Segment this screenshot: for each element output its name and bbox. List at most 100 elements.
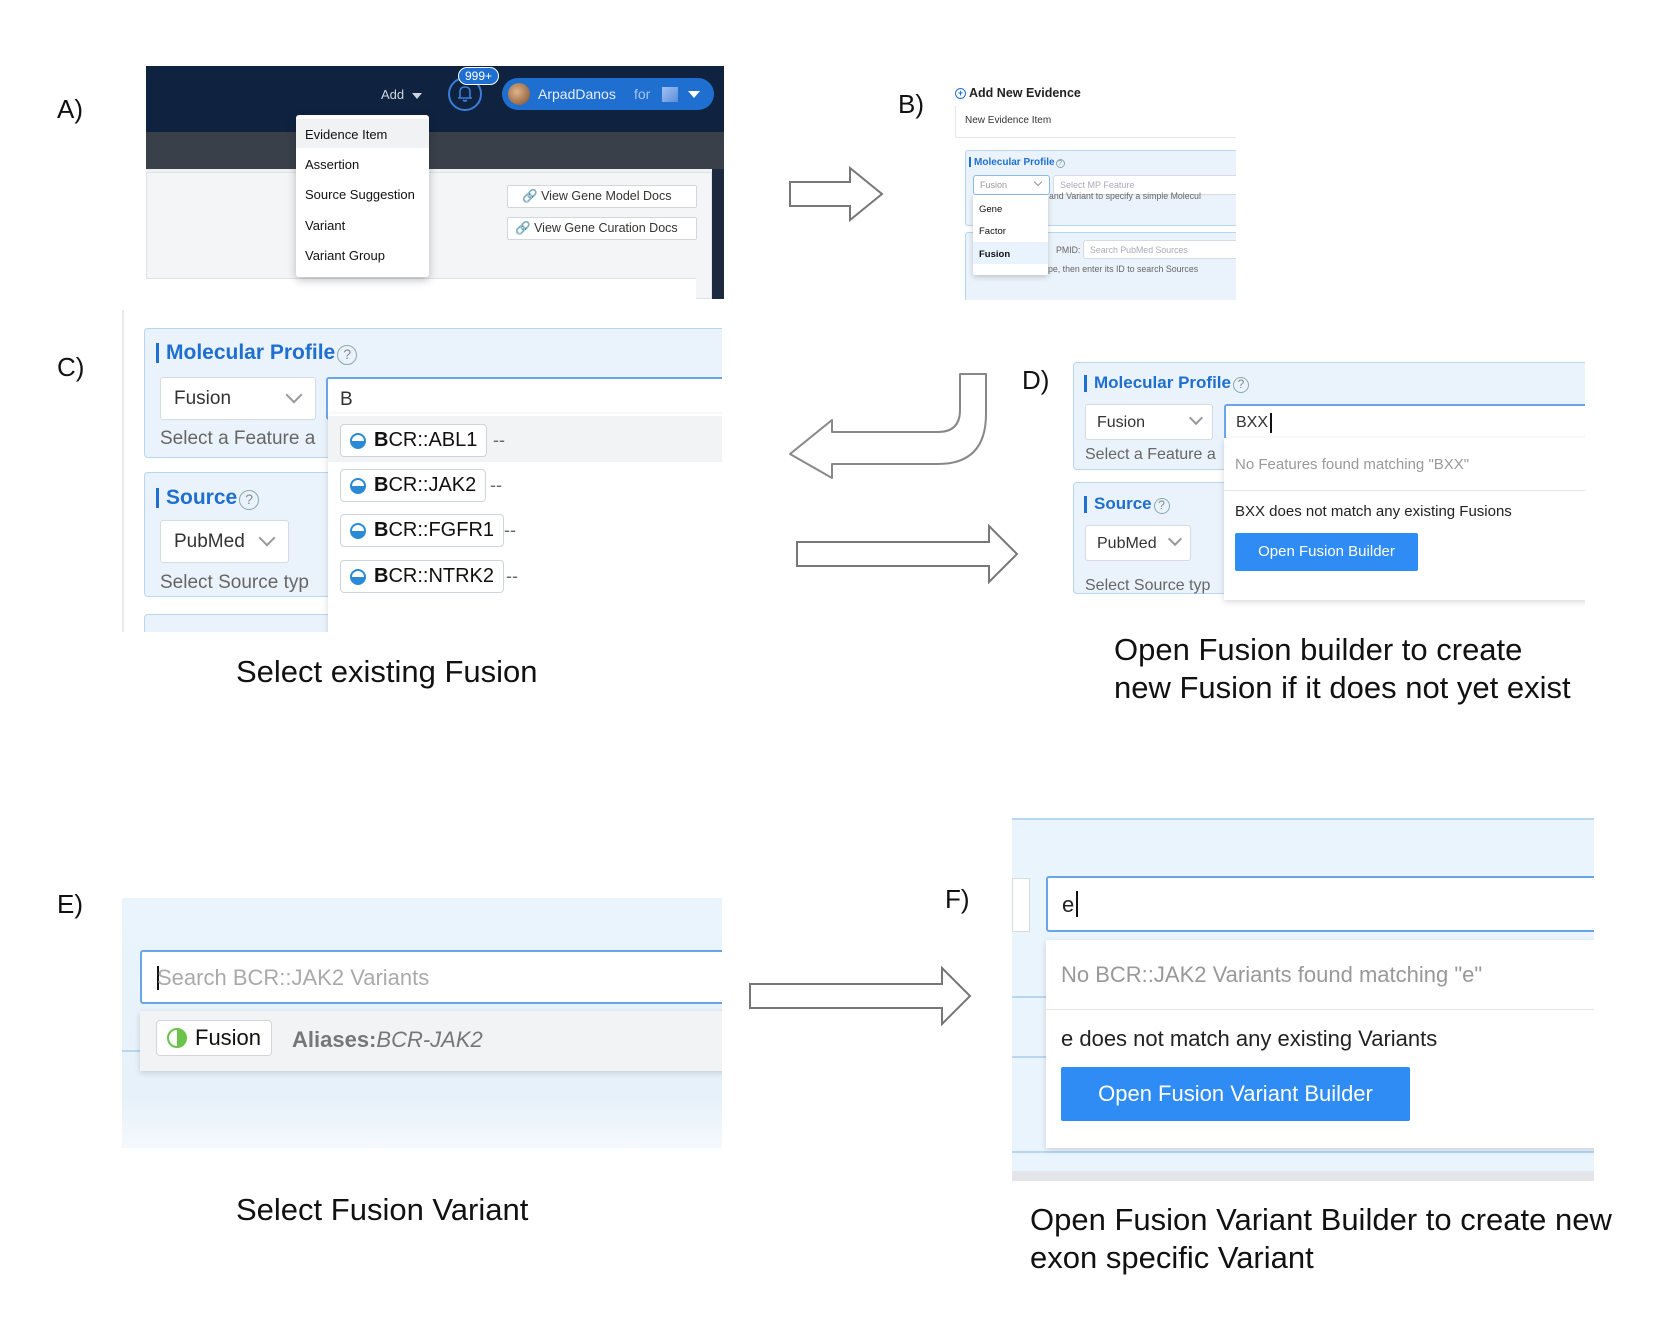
bg-divider (1012, 996, 1046, 998)
chevron-down-icon (258, 529, 276, 547)
variant-search-input[interactable]: e (1046, 876, 1594, 932)
result-item-bcr-ntrk2[interactable]: BCR::NTRK2 -- (328, 558, 722, 596)
caption-e: Select Fusion Variant (236, 1192, 529, 1227)
caret-down-icon (688, 91, 700, 98)
variant-results-dropdown: Fusion Aliases:BCR-JAK2 (140, 1011, 722, 1071)
user-name: ArpadDanos (538, 86, 616, 102)
option-gene[interactable]: Gene (973, 197, 1048, 219)
menu-item-assertion[interactable]: Assertion (296, 149, 429, 178)
molecular-profile-label: Molecular Profile? (156, 341, 358, 365)
fusion-icon (350, 477, 366, 494)
molecular-profile-label: Molecular Profile? (1084, 373, 1249, 393)
open-fusion-variant-builder-button[interactable]: Open Fusion Variant Builder (1061, 1067, 1410, 1121)
chevron-down-icon (1188, 410, 1204, 426)
help-icon: ? (1232, 377, 1249, 393)
add-menu-button[interactable]: Add (381, 87, 422, 102)
result-item-bcr-abl1[interactable]: BCR::ABL1 -- (328, 420, 722, 458)
input-value: e (1062, 892, 1075, 917)
fusion-variant-icon (167, 1027, 187, 1048)
doc-button-gene-model[interactable]: 🔗 View Gene Model Docs (507, 185, 697, 208)
pmid-search-input[interactable]: Search PubMed Sources (1083, 240, 1236, 259)
panel-label-a: A) (57, 94, 83, 124)
caption-d-line1: Open Fusion builder to create (1114, 632, 1523, 667)
panel-label-c: C) (57, 352, 85, 382)
source-label: Source? (156, 486, 260, 510)
panel-a: Add 999+ ArpadDanos for 🔗 View Gene Mode… (146, 66, 724, 299)
option-fusion[interactable]: Fusion (973, 242, 1048, 264)
mp-type-select[interactable]: Fusion (160, 377, 316, 420)
result-item-bcr-fgfr1[interactable]: BCR::FGFR1 -- (328, 512, 722, 550)
doc-button-label: View Gene Model Docs (541, 189, 672, 203)
arrow-right-cd (796, 524, 1019, 584)
source-type-select[interactable]: PubMed (1085, 525, 1191, 561)
chevron-down-icon (1033, 177, 1043, 187)
open-fusion-builder-button[interactable]: Open Fusion Builder (1235, 533, 1418, 571)
fusion-icon (350, 568, 366, 585)
bg-divider (1012, 1056, 1046, 1058)
caret-down-icon (411, 92, 422, 99)
bg-divider (1012, 1151, 1594, 1153)
select-value: PubMed (174, 531, 245, 552)
mp-type-select[interactable]: Fusion (1085, 404, 1213, 440)
source-label: Source? (1084, 494, 1170, 514)
feature-hint: Select a Feature a (160, 428, 316, 449)
text-cursor (1076, 891, 1078, 917)
left-rule (122, 310, 124, 632)
result-item-bcr-jak2[interactable]: BCR::JAK2 -- (328, 466, 722, 504)
input-value: B (340, 389, 353, 410)
plus-circle-icon: + (955, 88, 966, 100)
mp-hint: and Variant to specify a simple Molecul (1049, 191, 1201, 201)
mp-type-select[interactable]: Fusion (973, 175, 1050, 195)
divider (1224, 490, 1585, 491)
panel-label-b: B) (898, 89, 924, 119)
user-menu[interactable]: ArpadDanos for (502, 78, 714, 110)
bg-bottom-strip (1012, 1171, 1594, 1181)
molecular-profile-label: Molecular Profile? (969, 157, 1065, 168)
no-results-dropdown: No BCR::JAK2 Variants found matching "e"… (1046, 940, 1594, 1148)
doc-button-gene-curation[interactable]: 🔗 View Gene Curation Docs (507, 217, 697, 240)
add-evidence-header: + Add New Evidence (955, 86, 1081, 100)
placeholder: Search BCR::JAK2 Variants (157, 965, 430, 990)
fusion-tag: BCR::NTRK2 (340, 560, 505, 593)
panel-b: + Add New Evidence New Evidence Item Mol… (955, 80, 1236, 300)
menu-item-source-suggestion[interactable]: Source Suggestion (296, 179, 429, 208)
tag-label: Fusion (195, 1025, 262, 1050)
panel-e: Search BCR::JAK2 Variants Fusion Aliases… (122, 898, 722, 1148)
help-icon: ? (239, 490, 260, 510)
no-match-text: No BCR::JAK2 Variants found matching "e" (1061, 962, 1483, 987)
no-results-dropdown: No Features found matching "BXX" BXX doe… (1224, 438, 1585, 600)
link-icon: 🔗 (522, 189, 538, 203)
option-factor[interactable]: Factor (973, 219, 1048, 241)
caption-d-line2: new Fusion if it does not yet exist (1114, 670, 1571, 705)
variant-type-tag: Fusion (156, 1020, 273, 1056)
text-cursor (1270, 413, 1272, 433)
chevron-down-icon (1167, 531, 1183, 547)
aliases-value: BCR-JAK2 (376, 1027, 483, 1052)
menu-item-evidence-item[interactable]: Evidence Item (296, 119, 429, 148)
panel-label-d: D) (1022, 365, 1050, 395)
source-hint: Select Source typ (1085, 577, 1211, 594)
arrow-right-ab (789, 166, 884, 222)
aliases-label: Aliases: (292, 1027, 377, 1052)
fusion-icon (350, 522, 366, 539)
variant-search-input[interactable]: Search BCR::JAK2 Variants (140, 950, 722, 1004)
label-text: Source (166, 486, 238, 509)
caption-f-line1: Open Fusion Variant Builder to create ne… (1030, 1202, 1612, 1237)
add-label: Add (381, 87, 405, 102)
variant-result-item[interactable]: Fusion Aliases:BCR-JAK2 (140, 1011, 722, 1071)
result-suffix: -- (490, 475, 502, 495)
arrow-curved-back (789, 373, 987, 479)
chevron-down-icon (285, 386, 303, 404)
caption-c: Select existing Fusion (236, 654, 538, 689)
left-field-fragment (1012, 878, 1030, 932)
pmid-label: PMID: (1056, 245, 1081, 255)
menu-item-variant-group[interactable]: Variant Group (296, 240, 429, 269)
menu-item-variant[interactable]: Variant (296, 210, 429, 239)
placeholder: Select MP Feature (1060, 180, 1135, 190)
does-not-match-text: e does not match any existing Variants (1061, 1026, 1438, 1051)
panel-label-e: E) (57, 889, 83, 919)
mp-search-input[interactable]: BXX (1224, 404, 1585, 440)
does-not-match-text: BXX does not match any existing Fusions (1235, 503, 1512, 520)
source-type-select[interactable]: PubMed (160, 520, 289, 563)
label-text: Molecular Profile (1094, 373, 1231, 392)
